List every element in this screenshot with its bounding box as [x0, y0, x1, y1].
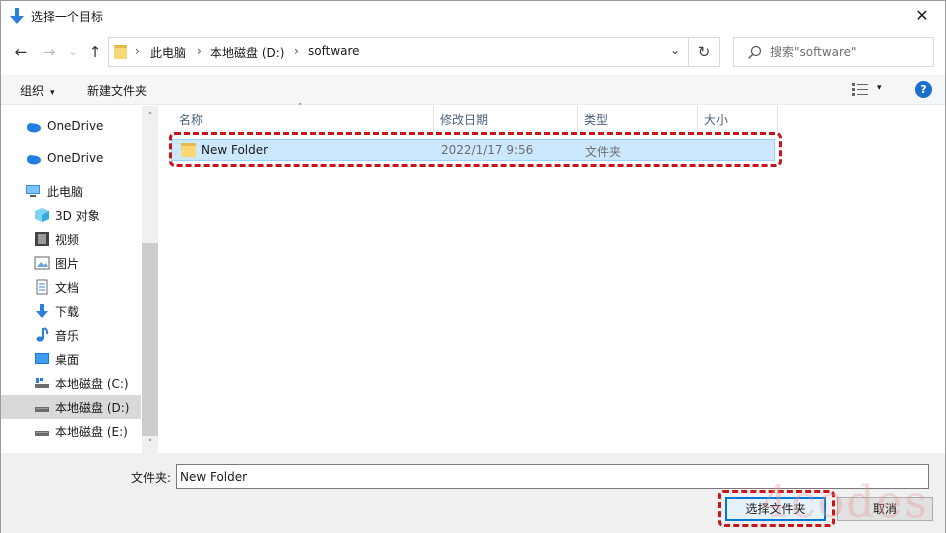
breadcrumb-this-pc[interactable]: 此电脑	[150, 44, 186, 61]
document-icon	[36, 279, 48, 295]
sidebar-item-onedrive[interactable]: OneDrive	[1, 147, 141, 171]
column-header-type[interactable]: 类型	[578, 106, 698, 132]
breadcrumb-drive-d[interactable]: 本地磁盘 (D:)	[210, 44, 284, 61]
sidebar-item-label: 图片	[55, 257, 80, 271]
forward-button[interactable]: →	[39, 41, 59, 63]
sidebar-item-documents[interactable]: 文档	[1, 275, 141, 299]
help-button[interactable]: ?	[915, 81, 932, 98]
sidebar-item-label: 音乐	[55, 329, 80, 343]
highlight-annotation	[169, 132, 782, 167]
refresh-button[interactable]: ↻	[689, 37, 720, 67]
music-icon	[36, 327, 49, 342]
folder-label: 文件夹:	[131, 471, 172, 485]
navigation-pane: OneDrive OneDrive 此电脑 3D 对象 视频 图片 文档 下载	[1, 106, 158, 453]
up-button[interactable]: ↑	[85, 41, 105, 63]
sidebar-item-desktop[interactable]: 桌面	[1, 347, 141, 371]
view-options-dropdown[interactable]: ▾	[877, 83, 882, 93]
recent-locations-button[interactable]: ⌄	[63, 41, 83, 63]
sidebar-item-label: OneDrive	[47, 151, 104, 165]
file-dialog: 选择一个目标 ✕ ← → ⌄ ↑ › 此电脑 › 本地磁盘 (D:) › sof…	[0, 0, 946, 533]
cloud-icon	[27, 155, 41, 165]
column-header-size[interactable]: 大小	[698, 106, 778, 132]
scroll-up-arrow[interactable]: ˄	[142, 110, 158, 124]
sidebar-item-label: 3D 对象	[55, 209, 100, 223]
scroll-down-arrow[interactable]: ˅	[142, 437, 158, 451]
sidebar-item-drive-e[interactable]: 本地磁盘 (E:)	[1, 419, 141, 443]
sidebar-item-pictures[interactable]: 图片	[1, 251, 141, 275]
sidebar-item-music[interactable]: 音乐	[1, 323, 141, 347]
scrollbar-thumb[interactable]	[142, 243, 158, 436]
picture-icon	[34, 256, 50, 270]
cancel-button[interactable]: 取消	[837, 497, 933, 521]
back-button[interactable]: ←	[11, 41, 31, 63]
breadcrumb-separator: ›	[197, 44, 202, 58]
address-dropdown-button[interactable]: ⌄	[670, 43, 680, 57]
down-arrow-icon	[10, 8, 24, 24]
organize-menu[interactable]: 组织 ▾	[20, 82, 55, 99]
folder-name-input[interactable]	[176, 464, 929, 489]
sidebar-item-label: 下载	[55, 305, 80, 319]
search-input[interactable]	[770, 43, 928, 61]
close-button[interactable]: ✕	[899, 1, 945, 31]
sidebar-item-label: 本地磁盘 (C:)	[55, 377, 129, 391]
sidebar-item-drive-c[interactable]: 本地磁盘 (C:)	[1, 371, 141, 395]
sidebar-item-label: 视频	[55, 233, 80, 247]
column-header-name[interactable]: 名称	[173, 106, 434, 132]
column-header-modified[interactable]: 修改日期	[434, 106, 578, 132]
chevron-down-icon: ▾	[50, 88, 55, 98]
sidebar-item-this-pc[interactable]: 此电脑	[1, 179, 141, 203]
cube-icon	[35, 208, 49, 222]
sidebar-item-videos[interactable]: 视频	[1, 227, 141, 251]
drive-icon	[35, 407, 49, 412]
breadcrumb-software[interactable]: software	[308, 44, 360, 58]
toolbar: 组织 ▾ 新建文件夹 ▾ ?	[1, 75, 945, 105]
window-title: 选择一个目标	[31, 10, 104, 24]
sidebar-scrollbar[interactable]: ˄ ˅	[142, 106, 158, 453]
sidebar-item-3d-objects[interactable]: 3D 对象	[1, 203, 141, 227]
breadcrumb-separator: ›	[294, 44, 299, 58]
search-box	[733, 37, 934, 67]
breadcrumb-separator: ›	[135, 44, 140, 58]
new-folder-button[interactable]: 新建文件夹	[87, 82, 147, 99]
navigation-bar: ← → ⌄ ↑ › 此电脑 › 本地磁盘 (D:) › software ⌄ ↻	[1, 35, 945, 69]
sidebar-item-downloads[interactable]: 下载	[1, 299, 141, 323]
sidebar-item-label: OneDrive	[47, 119, 104, 133]
address-bar[interactable]: › 此电脑 › 本地磁盘 (D:) › software ⌄	[108, 37, 689, 67]
sidebar-item-label: 文档	[55, 281, 80, 295]
highlight-annotation	[718, 490, 835, 527]
cloud-icon	[27, 123, 41, 133]
sidebar-item-onedrive[interactable]: OneDrive	[1, 115, 141, 139]
search-icon	[748, 45, 762, 59]
drive-icon	[35, 431, 49, 436]
download-icon	[36, 304, 48, 318]
title-bar: 选择一个目标 ✕	[1, 1, 945, 31]
video-icon	[35, 232, 49, 246]
view-details-icon[interactable]	[852, 83, 868, 96]
sidebar-item-drive-d[interactable]: 本地磁盘 (D:)	[1, 395, 141, 419]
drive-icon	[35, 378, 49, 388]
sidebar-item-label: 本地磁盘 (E:)	[55, 425, 128, 439]
sidebar-item-label: 本地磁盘 (D:)	[55, 401, 130, 415]
folder-icon	[114, 45, 127, 59]
computer-icon	[26, 185, 40, 197]
sidebar-item-label: 桌面	[55, 353, 80, 367]
organize-label: 组织	[20, 84, 45, 98]
sidebar-item-label: 此电脑	[47, 185, 84, 199]
desktop-icon	[35, 353, 49, 364]
